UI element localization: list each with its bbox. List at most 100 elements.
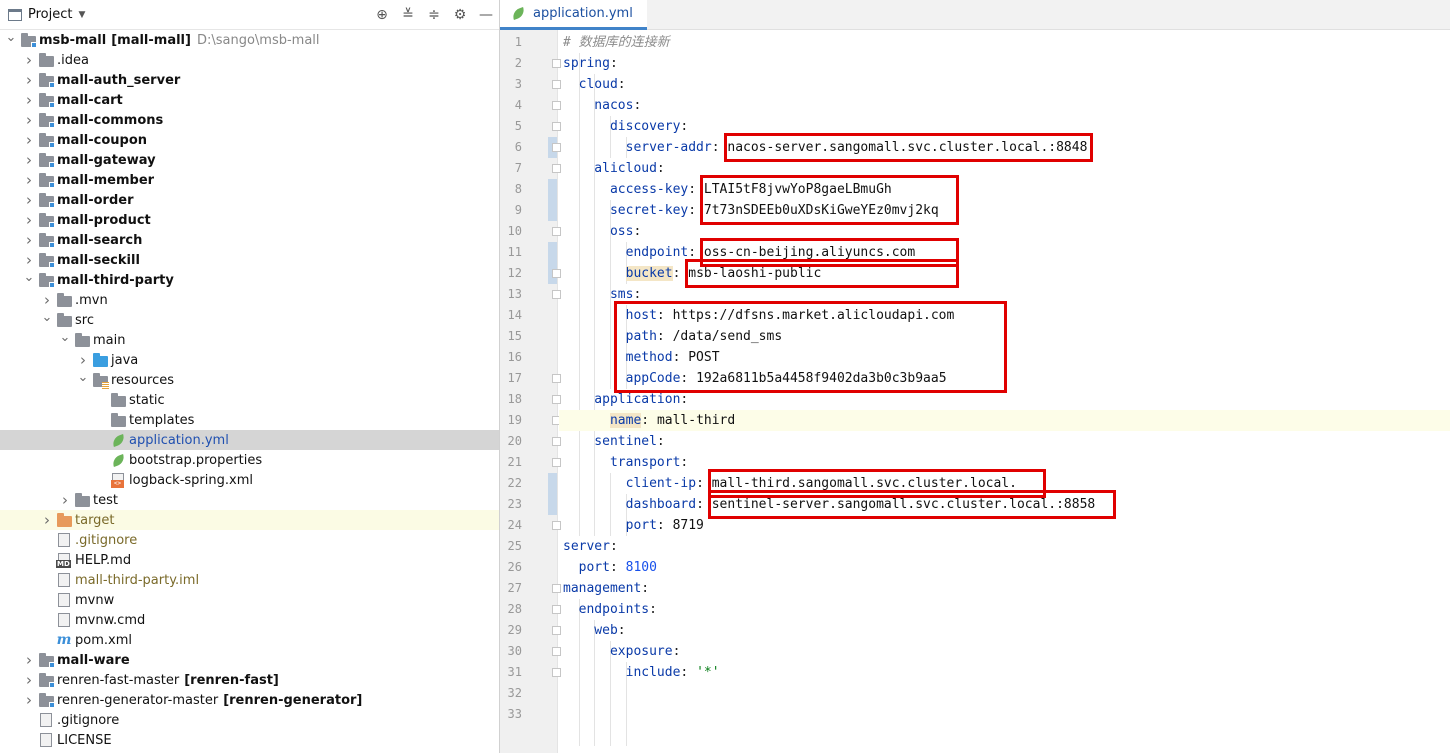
code-line[interactable]: web: <box>559 620 1450 641</box>
chevron-right-icon[interactable]: › <box>22 170 36 190</box>
tree-item[interactable]: › mall-search <box>0 230 499 250</box>
tree-item[interactable]: › mall-order <box>0 190 499 210</box>
chevron-down-icon[interactable]: ⌄ <box>58 327 72 347</box>
change-marker[interactable] <box>548 473 557 494</box>
code-token: 8719 <box>672 518 704 533</box>
tree-item[interactable]: ⌄ src <box>0 310 499 330</box>
gear-icon[interactable]: ⚙ <box>447 0 473 30</box>
code-line[interactable]: sentinel: <box>559 431 1450 452</box>
chevron-right-icon[interactable]: › <box>22 70 36 90</box>
tree-item[interactable]: › mall-auth_server <box>0 70 499 90</box>
code-line[interactable]: port: 8100 <box>559 557 1450 578</box>
tree-item[interactable]: static <box>0 390 499 410</box>
tree-item-label: static <box>129 392 165 408</box>
code-line[interactable]: name: mall-third <box>559 410 1450 431</box>
project-header: Project ▼ ⊕ ≚ ≑ ⚙ — <box>0 0 499 30</box>
tree-item[interactable]: › mall-ware <box>0 650 499 670</box>
change-marker[interactable] <box>548 242 557 263</box>
line-number: 17 <box>507 371 522 385</box>
tree-item[interactable]: bootstrap.properties <box>0 450 499 470</box>
editor-gutter[interactable]: 1 2 3 4 5 6 7 8 9 10 11 12 13 14 15 16 17 18 19 20 21 22 23 24 2… <box>500 30 561 753</box>
tree-item[interactable]: › renren-fast-master [renren-fast] <box>0 670 499 690</box>
chevron-down-icon[interactable]: ⌄ <box>4 27 18 47</box>
tree-item[interactable]: ⌄ resources <box>0 370 499 390</box>
tree-item-label: mvnw <box>75 592 115 608</box>
tree-item[interactable]: mall-third-party.iml <box>0 570 499 590</box>
tree-item[interactable]: › java <box>0 350 499 370</box>
change-marker[interactable] <box>548 200 557 221</box>
chevron-down-icon[interactable]: ⌄ <box>76 367 90 387</box>
tree-item[interactable]: › mall-commons <box>0 110 499 130</box>
chevron-right-icon[interactable]: › <box>22 690 36 710</box>
code-line[interactable]: include: '*' <box>559 662 1450 683</box>
code-editor[interactable]: # 数据库的连接新 spring: cloud: nacos: discovery… <box>559 30 1450 753</box>
yaml-file-icon <box>510 6 526 22</box>
tab-application-yml[interactable]: application.yml <box>500 0 647 30</box>
code-line[interactable]: nacos: <box>559 95 1450 116</box>
tree-item[interactable]: › mall-cart <box>0 90 499 110</box>
chevron-right-icon[interactable]: › <box>22 190 36 210</box>
chevron-right-icon[interactable]: › <box>22 90 36 110</box>
chevron-right-icon[interactable]: › <box>22 210 36 230</box>
code-line[interactable]: oss: <box>559 221 1450 242</box>
xml-file-icon: <> <box>110 472 126 488</box>
chevron-down-icon[interactable]: ▼ <box>78 10 85 20</box>
code-line[interactable] <box>559 683 1450 704</box>
code-line[interactable] <box>559 704 1450 725</box>
chevron-down-icon[interactable]: ⌄ <box>40 307 54 327</box>
expand-all-icon[interactable]: ≚ <box>395 0 421 30</box>
tree-item[interactable]: › mall-seckill <box>0 250 499 270</box>
chevron-right-icon[interactable]: › <box>22 130 36 150</box>
tree-item[interactable]: ⌄ mall-third-party <box>0 270 499 290</box>
change-marker[interactable] <box>548 179 557 200</box>
tree-item[interactable]: m pom.xml <box>0 630 499 650</box>
locate-icon[interactable]: ⊕ <box>369 0 395 30</box>
tree-item[interactable]: › mall-gateway <box>0 150 499 170</box>
tree-item[interactable]: mvnw.cmd <box>0 610 499 630</box>
tree-item[interactable]: ⌄ msb-mall [mall-mall] D:\sango\msb-mall <box>0 30 499 50</box>
tree-item[interactable]: › .mvn <box>0 290 499 310</box>
change-marker[interactable] <box>548 494 557 515</box>
line-number: 19 <box>507 413 522 427</box>
tree-item[interactable]: ⌄ main <box>0 330 499 350</box>
tree-item[interactable]: › test <box>0 490 499 510</box>
code-line[interactable]: spring: <box>559 53 1450 74</box>
tree-item[interactable]: templates <box>0 410 499 430</box>
tree-item[interactable]: MD HELP.md <box>0 550 499 570</box>
chevron-right-icon[interactable]: › <box>22 110 36 130</box>
code-token: sentinel <box>563 434 657 449</box>
chevron-down-icon[interactable]: ⌄ <box>22 267 36 287</box>
code-line[interactable]: secret-key: 7t73nSDEEb0uXDsKiGweYEz0mvj2… <box>559 200 1450 221</box>
minimize-icon[interactable]: — <box>473 0 499 30</box>
tree-item[interactable]: mvnw <box>0 590 499 610</box>
tree-item[interactable]: LICENSE <box>0 730 499 750</box>
chevron-right-icon[interactable]: › <box>22 670 36 690</box>
tree-item[interactable]: › mall-coupon <box>0 130 499 150</box>
code-line[interactable]: server: <box>559 536 1450 557</box>
code-line[interactable]: # 数据库的连接新 <box>559 32 1450 53</box>
code-line[interactable]: exposure: <box>559 641 1450 662</box>
tree-item[interactable]: › renren-generator-master [renren-generato… <box>0 690 499 710</box>
tree-item[interactable]: › target <box>0 510 499 530</box>
tree-item[interactable]: › .idea <box>0 50 499 70</box>
chevron-right-icon[interactable]: › <box>22 230 36 250</box>
tree-item[interactable]: › mall-member <box>0 170 499 190</box>
chevron-right-icon[interactable]: › <box>58 490 72 510</box>
code-line[interactable]: cloud: <box>559 74 1450 95</box>
chevron-right-icon[interactable]: › <box>22 150 36 170</box>
tree-item[interactable]: .gitignore <box>0 710 499 730</box>
tree-item-label: mall-seckill <box>57 252 140 268</box>
chevron-right-icon[interactable]: › <box>22 650 36 670</box>
code-line[interactable]: management: <box>559 578 1450 599</box>
project-view-selector[interactable]: Project <box>28 7 72 22</box>
collapse-all-icon[interactable]: ≑ <box>421 0 447 30</box>
code-line[interactable]: access-key: LTAI5tF8jvwYoP8gaeLBmuGh <box>559 179 1450 200</box>
tree-item[interactable]: .gitignore <box>0 530 499 550</box>
code-line[interactable]: endpoints: <box>559 599 1450 620</box>
chevron-right-icon[interactable]: › <box>22 50 36 70</box>
tree-item[interactable]: <> logback-spring.xml <box>0 470 499 490</box>
tree-item[interactable]: application.yml <box>0 430 499 450</box>
chevron-right-icon[interactable]: › <box>40 510 54 530</box>
tree-item[interactable]: › mall-product <box>0 210 499 230</box>
